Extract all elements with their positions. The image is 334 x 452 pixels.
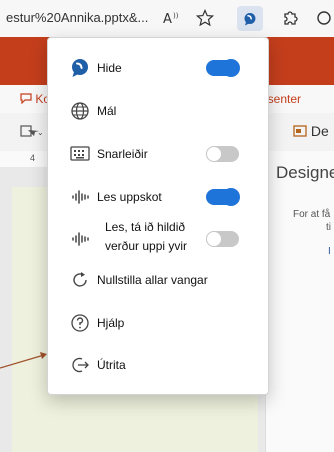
extension-menu: Hide Mál Snarleiðir Les uppskot Les, tá … [47,37,269,395]
designer-text: For at få [293,209,331,220]
svg-text:⌄: ⌄ [37,128,42,137]
designer-button-label: De [310,123,329,139]
designer-title: Designe [276,163,334,182]
designer-pane: Designe For at få ti I [265,151,334,452]
read-on-hover-toggle[interactable] [206,231,239,247]
menu-item-shortcuts[interactable]: Snarleiðir [48,142,268,166]
menu-item-label: Nullstilla allar vangar [97,273,208,287]
sound-wave-icon [68,185,92,209]
menu-item-label: Les uppskot [97,190,162,204]
menu-item-read-on-hover[interactable]: Les, tá ið hildið verður uppi yvir [48,220,268,258]
menu-item-label: Hide [97,61,122,75]
speech-bubble-icon [244,12,256,25]
sign-out-icon [68,353,92,377]
menu-item-hide[interactable]: Hide [48,56,268,80]
designer-icon [293,125,307,137]
menu-item-help[interactable]: Hjálp [48,311,268,335]
svg-text:)): )) [173,12,179,20]
puzzle-icon[interactable] [280,8,300,28]
globe-icon [68,99,92,123]
menu-item-label: Les, tá ið hildið [105,220,186,234]
sound-wave-icon [68,227,92,251]
speech-bubble-icon [68,56,92,80]
menu-item-label-line2: verður uppi yvir [105,239,188,253]
browser-toolbar: estur%20Annika.pptx&... A)) [0,0,334,38]
reset-icon [68,268,92,292]
menu-item-language[interactable]: Mál [48,99,268,123]
comments-tab[interactable]: Ko [20,92,50,106]
svg-text:A: A [163,12,172,26]
address-bar-text[interactable]: estur%20Annika.pptx&... [6,10,148,25]
help-icon [68,311,92,335]
shortcuts-toggle[interactable] [206,146,239,162]
read-aloud-icon[interactable]: A)) [162,8,182,28]
extension-button[interactable] [237,6,263,31]
ruler-number: 4 [30,153,36,163]
star-icon[interactable] [195,8,215,28]
designer-button[interactable]: De [293,123,329,139]
circle-icon[interactable] [314,8,334,28]
menu-item-label: Snarleiðir [97,147,148,161]
menu-item-reset[interactable]: Nullstilla allar vangar [48,268,268,292]
menu-item-label: Mál [97,104,117,118]
menu-item-sign-out[interactable]: Útrita [48,353,268,377]
hide-toggle[interactable] [206,60,239,76]
menu-item-label: Hjálp [97,316,125,330]
read-suggestions-toggle[interactable] [206,189,239,205]
designer-text-2: ti [326,222,331,233]
designer-link[interactable]: I [328,246,331,257]
menu-item-label: Útrita [97,358,126,372]
keyboard-icon [68,142,92,166]
shape-select-icon[interactable]: ⌄ [20,123,44,142]
comment-icon [20,93,32,105]
menu-item-read-suggestions[interactable]: Les uppskot [48,185,268,209]
